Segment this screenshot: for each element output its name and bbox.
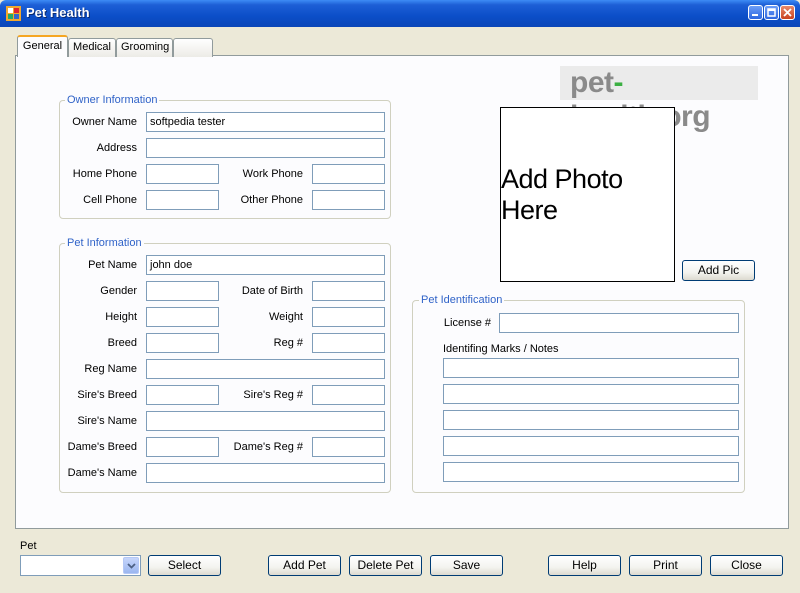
- home-phone-label: Home Phone: [72, 168, 137, 180]
- window-title: Pet Health: [26, 5, 90, 20]
- tab-blank[interactable]: [173, 38, 213, 57]
- title-bar: [0, 0, 800, 27]
- other-phone-label: Other Phone: [240, 194, 303, 206]
- license-input[interactable]: [499, 313, 739, 333]
- sires-reg-input[interactable]: [312, 385, 385, 405]
- height-label: Height: [105, 311, 137, 323]
- dames-reg-input[interactable]: [312, 437, 385, 457]
- sires-breed-input[interactable]: [146, 385, 219, 405]
- delete-pet-button[interactable]: Delete Pet: [349, 555, 422, 576]
- address-input[interactable]: [146, 138, 385, 158]
- sires-breed-label: Sire's Breed: [77, 389, 137, 401]
- gender-input[interactable]: [146, 281, 219, 301]
- work-phone-label: Work Phone: [242, 168, 303, 180]
- identifying-marks-label: Identifing Marks / Notes: [443, 343, 559, 355]
- weight-input[interactable]: [312, 307, 385, 327]
- pet-name-label: Pet Name: [88, 259, 137, 271]
- dames-reg-label: Dame's Reg #: [233, 441, 303, 453]
- work-phone-input[interactable]: [312, 164, 385, 184]
- help-button[interactable]: Help: [548, 555, 621, 576]
- marks-line-1[interactable]: [443, 358, 739, 378]
- reg-name-input[interactable]: [146, 359, 385, 379]
- marks-line-3[interactable]: [443, 410, 739, 430]
- app-icon: [6, 6, 21, 21]
- date-of-birth-input[interactable]: [312, 281, 385, 301]
- pet-name-input[interactable]: john doe: [146, 255, 385, 275]
- sires-name-input[interactable]: [146, 411, 385, 431]
- minimize-button[interactable]: [748, 5, 763, 20]
- save-button[interactable]: Save: [430, 555, 503, 576]
- sires-name-label: Sire's Name: [77, 415, 137, 427]
- height-input[interactable]: [146, 307, 219, 327]
- license-label: License #: [443, 317, 491, 329]
- pet-selector-combo[interactable]: [20, 555, 141, 576]
- reg-number-input[interactable]: [312, 333, 385, 353]
- add-pic-button[interactable]: Add Pic: [682, 260, 755, 281]
- weight-label: Weight: [268, 311, 303, 323]
- marks-line-5[interactable]: [443, 462, 739, 482]
- owner-name-label: Owner Name: [72, 116, 137, 128]
- tab-medical[interactable]: Medical: [68, 38, 116, 57]
- breed-label: Breed: [107, 337, 137, 349]
- home-phone-input[interactable]: [146, 164, 219, 184]
- breed-input[interactable]: [146, 333, 219, 353]
- sires-reg-label: Sire's Reg #: [243, 389, 303, 401]
- select-button[interactable]: Select: [148, 555, 221, 576]
- print-button[interactable]: Print: [629, 555, 702, 576]
- minimize-icon: [752, 14, 758, 16]
- other-phone-input[interactable]: [312, 190, 385, 210]
- chevron-down-icon: [126, 562, 136, 569]
- close-icon: [783, 8, 792, 17]
- address-label: Address: [96, 142, 137, 154]
- pet-health-logo: pet-health.org: [560, 66, 758, 133]
- maximize-icon: [767, 8, 776, 17]
- date-of-birth-label: Date of Birth: [241, 285, 303, 297]
- maximize-button[interactable]: [764, 5, 779, 20]
- reg-number-label: Reg #: [273, 337, 303, 349]
- dames-name-input[interactable]: [146, 463, 385, 483]
- pet-selector-label: Pet: [20, 540, 37, 552]
- close-button[interactable]: Close: [710, 555, 783, 576]
- owner-name-input[interactable]: softpedia tester: [146, 112, 385, 132]
- tab-general[interactable]: General: [17, 35, 68, 57]
- pet-information-legend: Pet Information: [65, 237, 144, 249]
- dames-breed-input[interactable]: [146, 437, 219, 457]
- marks-line-4[interactable]: [443, 436, 739, 456]
- cell-phone-input[interactable]: [146, 190, 219, 210]
- add-pet-button[interactable]: Add Pet: [268, 555, 341, 576]
- pet-identification-legend: Pet Identification: [419, 294, 505, 306]
- combo-dropdown-button[interactable]: [123, 557, 139, 574]
- pet-photo-box[interactable]: Add Photo Here: [500, 107, 675, 282]
- marks-line-2[interactable]: [443, 384, 739, 404]
- owner-information-legend: Owner Information: [65, 94, 160, 106]
- dames-name-label: Dame's Name: [67, 467, 137, 479]
- dames-breed-label: Dame's Breed: [67, 441, 137, 453]
- tab-grooming[interactable]: Grooming: [116, 38, 173, 57]
- close-window-button[interactable]: [780, 5, 795, 20]
- cell-phone-label: Cell Phone: [83, 194, 137, 206]
- gender-label: Gender: [100, 285, 137, 297]
- reg-name-label: Reg Name: [84, 363, 137, 375]
